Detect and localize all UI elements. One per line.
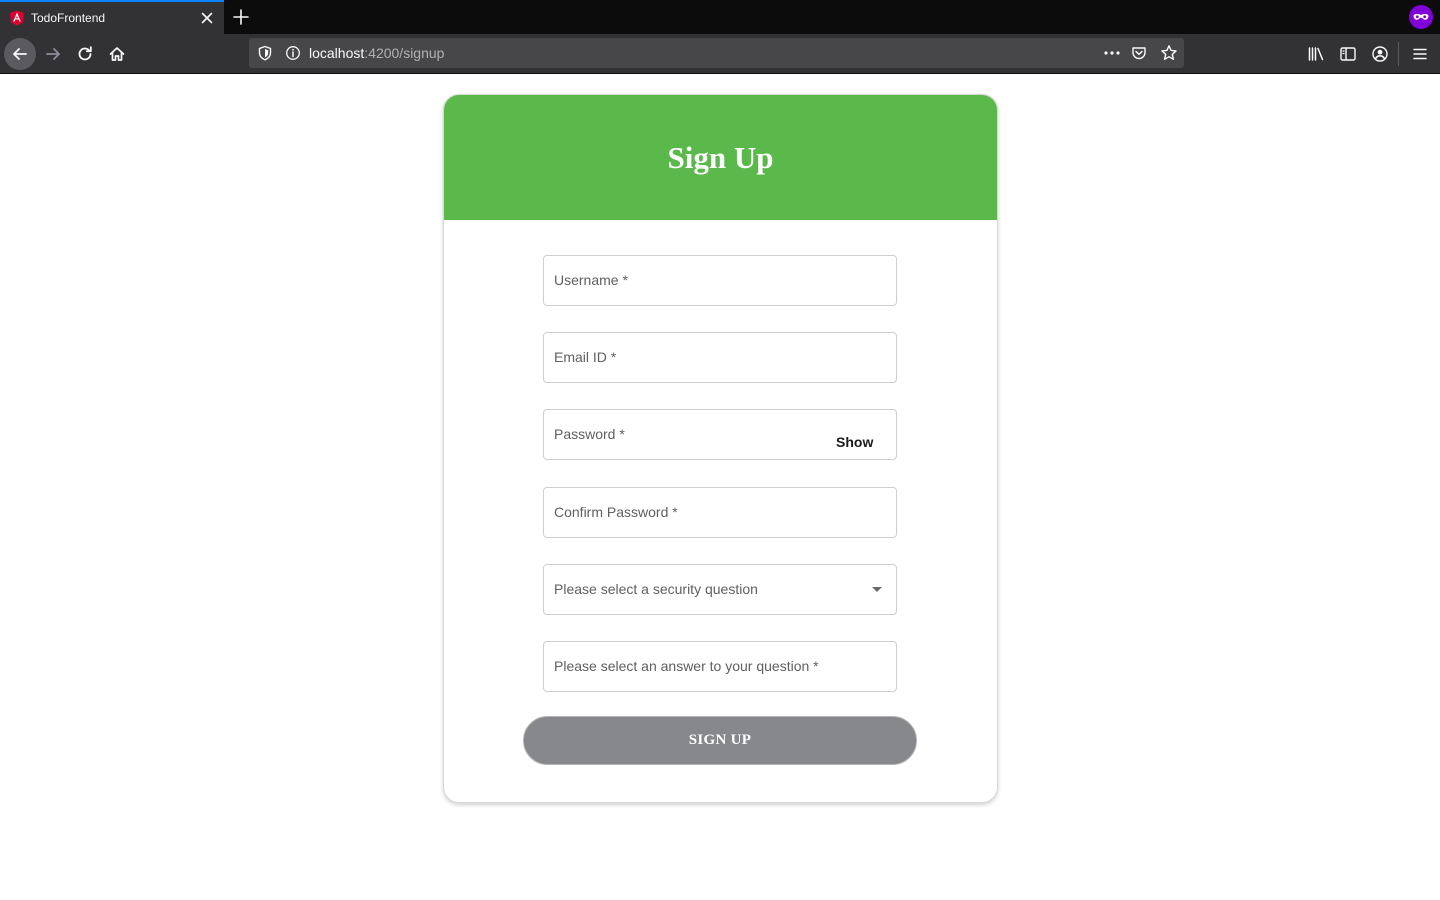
security-question-placeholder: Please select a security question: [554, 581, 758, 597]
url-bar[interactable]: localhost:4200/signup: [249, 38, 1184, 68]
security-answer-field[interactable]: Please select an answer to your question…: [543, 641, 897, 692]
tab-bar: TodoFrontend: [0, 0, 1440, 34]
star-icon[interactable]: [1160, 44, 1178, 62]
angular-favicon-icon: [10, 10, 24, 26]
back-button[interactable]: [4, 38, 36, 70]
browser-tab[interactable]: TodoFrontend: [0, 0, 224, 34]
home-button[interactable]: [101, 38, 133, 70]
toolbar-separator: [1398, 42, 1399, 66]
url-text[interactable]: localhost:4200/signup: [309, 45, 444, 61]
signup-button-label: SIGN UP: [688, 732, 752, 748]
plus-icon[interactable]: [231, 7, 251, 27]
url-host: localhost: [309, 45, 365, 61]
forward-arrow-icon: [46, 48, 60, 60]
account-icon[interactable]: [1371, 45, 1389, 63]
password-placeholder: Password *: [554, 426, 625, 442]
signup-button[interactable]: SIGN UP: [523, 716, 917, 765]
close-icon[interactable]: [199, 10, 215, 26]
library-icon[interactable]: [1307, 45, 1325, 63]
info-icon[interactable]: [285, 45, 301, 61]
email-placeholder: Email ID *: [554, 349, 617, 365]
reload-icon: [78, 46, 92, 61]
shield-icon[interactable]: [257, 45, 273, 61]
tab-title: TodoFrontend: [31, 11, 106, 25]
navigation-toolbar: localhost:4200/signup: [0, 34, 1440, 74]
chevron-down-icon[interactable]: [872, 587, 882, 592]
reload-button[interactable]: [69, 38, 101, 70]
home-icon: [109, 47, 125, 61]
password-field[interactable]: Password * Show: [543, 409, 897, 460]
email-field[interactable]: Email ID *: [543, 332, 897, 383]
page-title: Sign Up: [667, 139, 774, 175]
pocket-icon[interactable]: [1131, 45, 1147, 61]
forward-button[interactable]: [37, 38, 69, 70]
url-path: :4200/signup: [364, 45, 445, 61]
username-field[interactable]: Username *: [543, 255, 897, 306]
sidebar-icon[interactable]: [1339, 45, 1357, 63]
username-placeholder: Username *: [554, 272, 628, 288]
signup-card: Sign Up Username * Email ID * Password *…: [443, 94, 998, 803]
confirm-password-field[interactable]: Confirm Password *: [543, 487, 897, 538]
hamburger-menu-icon[interactable]: [1411, 45, 1429, 63]
more-icon[interactable]: [1102, 45, 1122, 61]
private-browsing-icon: [1409, 5, 1433, 29]
show-password-button[interactable]: Show: [836, 434, 873, 450]
confirm-password-placeholder: Confirm Password *: [554, 504, 678, 520]
security-answer-placeholder: Please select an answer to your question…: [554, 658, 819, 674]
signup-header: Sign Up: [444, 95, 997, 220]
security-question-select[interactable]: Please select a security question: [543, 564, 897, 615]
back-arrow-icon: [13, 48, 27, 60]
